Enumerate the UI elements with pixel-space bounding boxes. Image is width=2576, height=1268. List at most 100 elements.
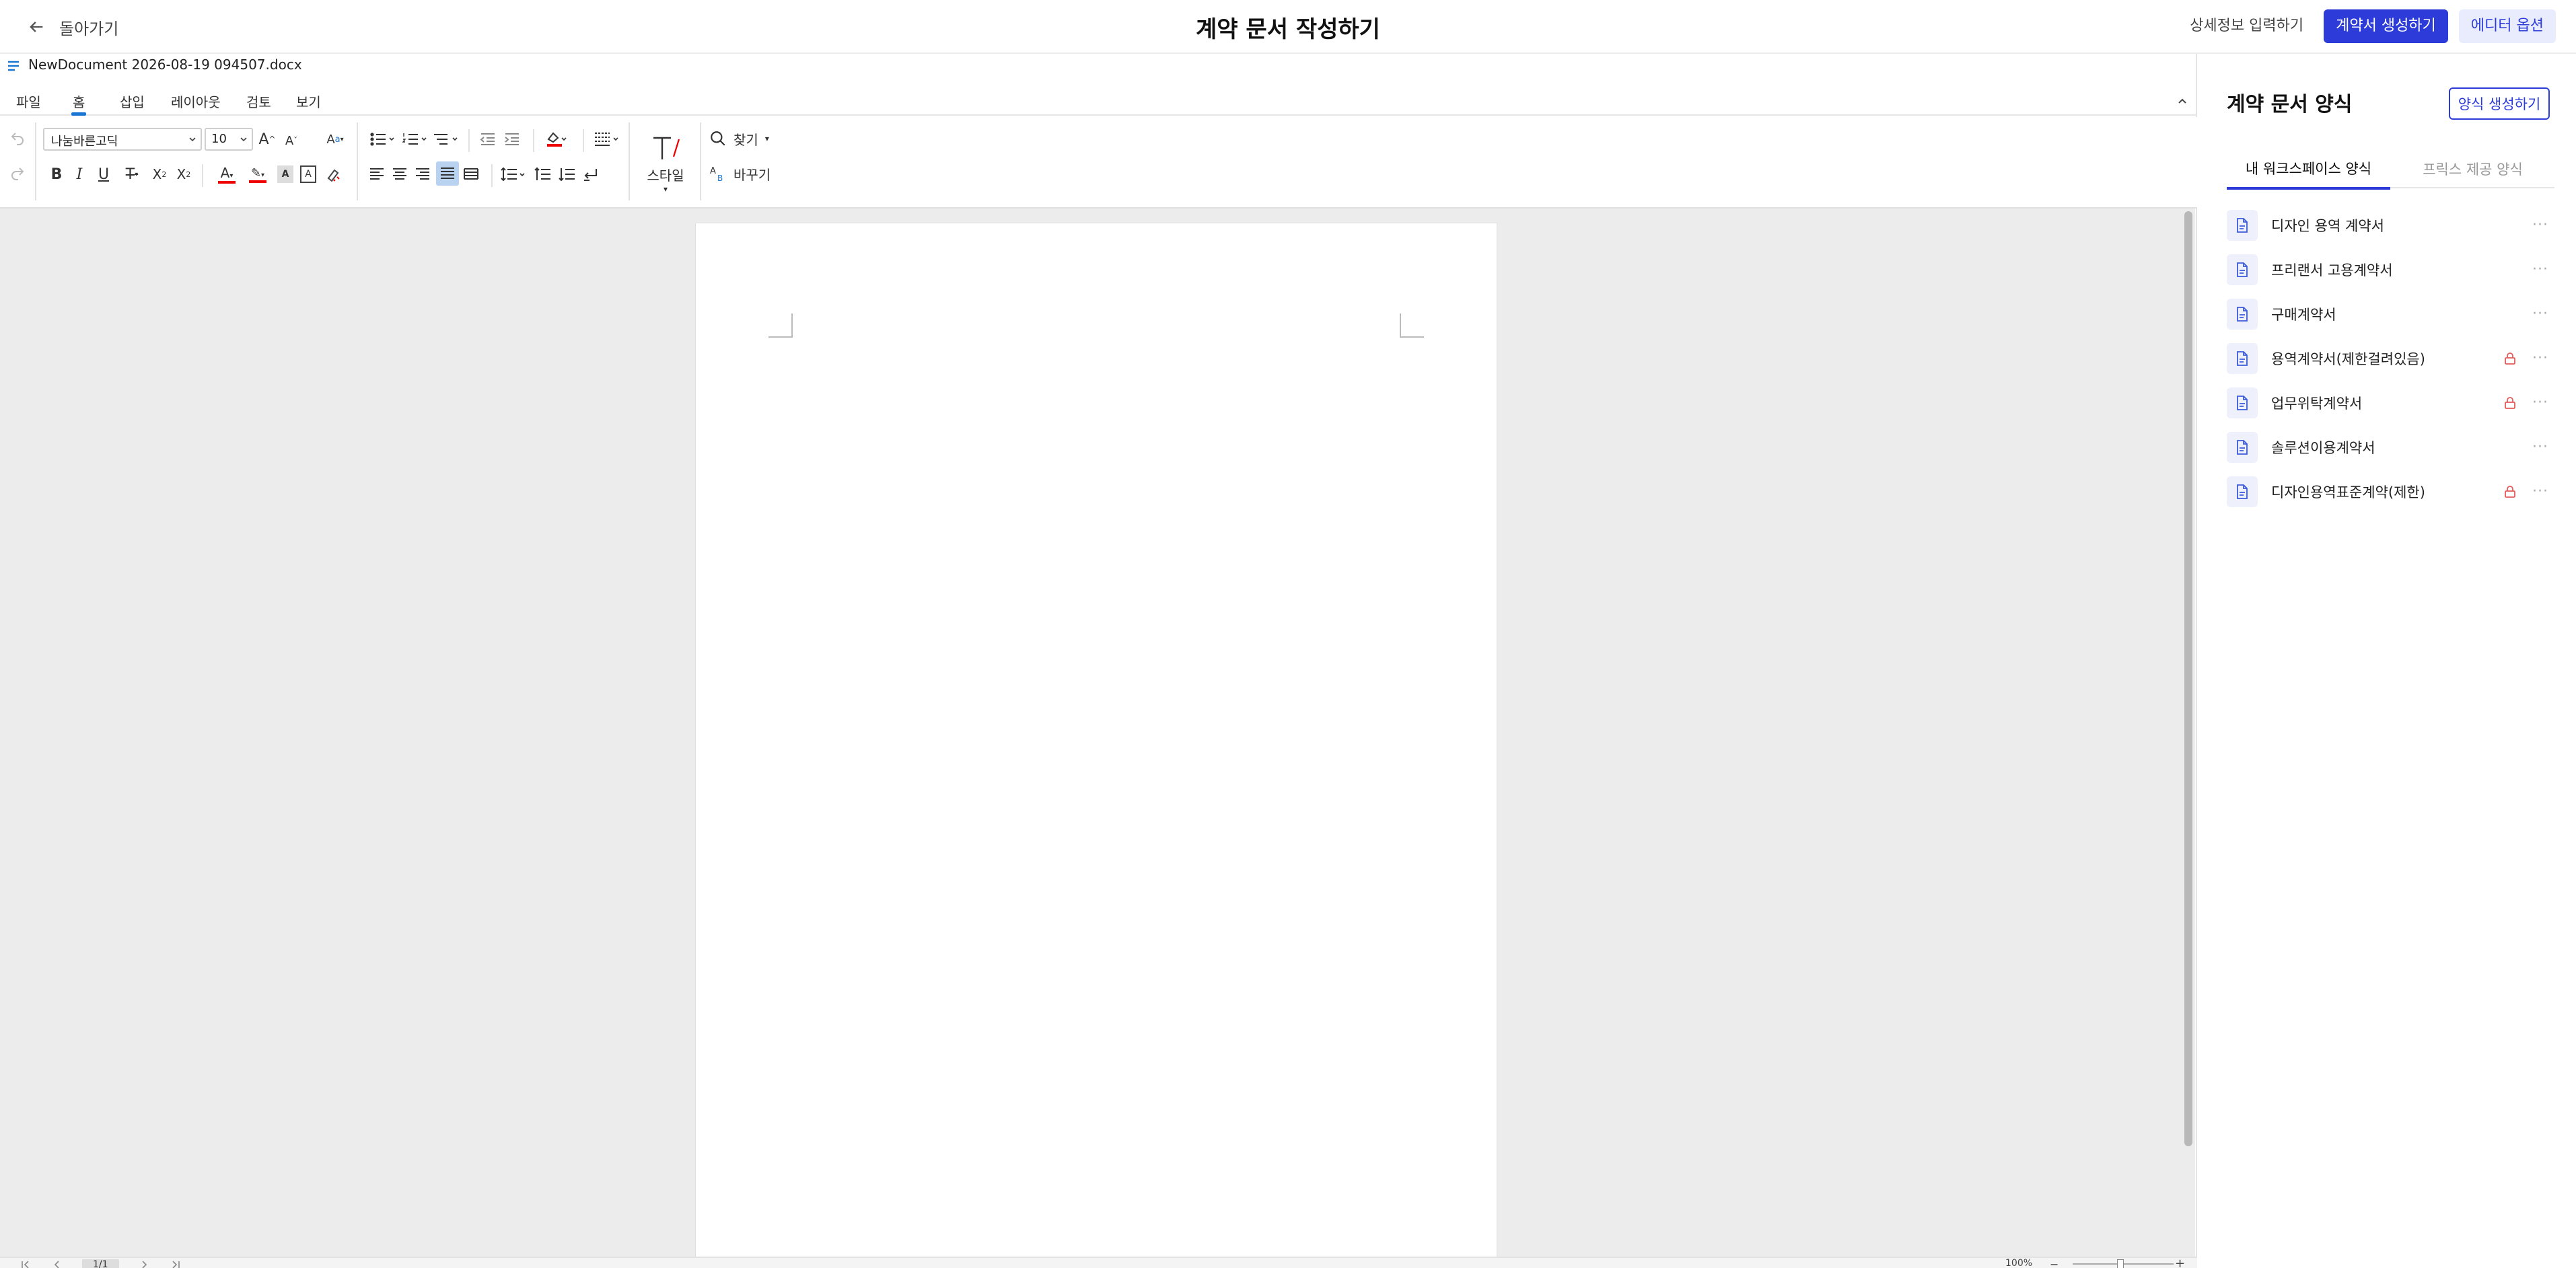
- numbered-list-icon[interactable]: [400, 128, 431, 151]
- bold-icon[interactable]: B: [47, 164, 66, 184]
- italic-icon[interactable]: I: [70, 164, 89, 184]
- template-tabs: 내 워크스페이스 양식 프릭스 제공 양식: [2227, 149, 2554, 190]
- menu-view[interactable]: 보기: [296, 91, 321, 114]
- more-icon[interactable]: ···: [2530, 350, 2550, 367]
- find-label: 찾기: [734, 131, 758, 148]
- increase-indent-icon[interactable]: [501, 128, 524, 151]
- multilevel-list-icon[interactable]: [431, 128, 462, 151]
- borders-icon[interactable]: [591, 126, 623, 151]
- style-button[interactable]: 스타일 ▾: [641, 126, 690, 200]
- list-item[interactable]: 디자인용역표준계약(제한) ···: [2227, 470, 2554, 514]
- strikethrough-icon[interactable]: T ▾: [118, 164, 145, 184]
- list-item[interactable]: 솔루션이용계약서 ···: [2227, 425, 2554, 470]
- more-icon[interactable]: ···: [2530, 261, 2550, 278]
- file-icon: [2227, 432, 2258, 463]
- list-item[interactable]: 디자인 용역 계약서 ···: [2227, 203, 2554, 248]
- last-page-icon[interactable]: [170, 1259, 181, 1268]
- grow-font-icon[interactable]: A ^: [257, 129, 277, 149]
- file-icon: [2227, 210, 2258, 241]
- zoom-slider-handle[interactable]: [2117, 1259, 2124, 1268]
- distribute-icon[interactable]: [462, 163, 480, 186]
- zoom-level[interactable]: 100%: [2005, 1258, 2032, 1268]
- shrink-font-icon[interactable]: Aˇ: [281, 130, 301, 151]
- header-actions: 상세정보 입력하기 계약서 생성하기 에디터 옵션: [2180, 9, 2556, 43]
- highlight-icon[interactable]: ✎▾: [244, 163, 272, 186]
- align-left-icon[interactable]: [367, 163, 386, 186]
- clear-format-icon[interactable]: [323, 164, 343, 184]
- more-icon[interactable]: ···: [2530, 394, 2550, 411]
- redo-icon[interactable]: [8, 164, 27, 183]
- more-icon[interactable]: ···: [2530, 439, 2550, 455]
- align-center-icon[interactable]: [390, 163, 409, 186]
- space-after-icon[interactable]: [556, 163, 577, 186]
- font-family-select[interactable]: 나눔바른고딕: [43, 128, 202, 151]
- font-size-select[interactable]: 10: [205, 128, 253, 151]
- change-case-icon[interactable]: Aa ▾: [320, 129, 350, 149]
- previous-page-icon[interactable]: [51, 1259, 62, 1268]
- document-canvas[interactable]: [0, 209, 2195, 1259]
- file-bar: NewDocument 2026-08-19 094507.docx: [0, 54, 2197, 81]
- paragraph-mark-icon[interactable]: [580, 163, 602, 186]
- superscript-icon[interactable]: X2: [174, 164, 194, 184]
- justify-icon[interactable]: [436, 161, 459, 186]
- style-icon: [653, 137, 680, 159]
- menu-layout[interactable]: 레이아웃: [171, 91, 221, 114]
- character-shading-icon[interactable]: A: [277, 165, 293, 183]
- font-size-value: 10: [211, 132, 227, 146]
- zoom-slider[interactable]: [2073, 1259, 2174, 1268]
- template-name: 업무위탁계약서: [2271, 396, 2363, 412]
- space-before-icon[interactable]: [532, 163, 553, 186]
- file-icon: [2227, 476, 2258, 507]
- zoom-out-button[interactable]: −: [2050, 1258, 2059, 1268]
- margin-corner-mark: [768, 313, 793, 338]
- replace-label: 바꾸기: [734, 166, 771, 183]
- line-spacing-icon[interactable]: [499, 163, 529, 186]
- decrease-indent-icon[interactable]: [476, 128, 499, 151]
- back-button[interactable]: 돌아가기: [27, 13, 118, 40]
- vertical-scrollbar[interactable]: [2184, 211, 2192, 1146]
- character-border-icon[interactable]: A: [300, 165, 316, 183]
- list-item[interactable]: 용역계약서(제한걸려있음) ···: [2227, 336, 2554, 381]
- sidebar-title: 계약 문서 양식: [2227, 93, 2353, 116]
- list-item[interactable]: 구매계약서 ···: [2227, 292, 2554, 336]
- bullet-list-icon[interactable]: [367, 128, 398, 151]
- top-header: 돌아가기 계약 문서 작성하기 상세정보 입력하기 계약서 생성하기 에디터 옵…: [0, 0, 2576, 54]
- zoom-in-button[interactable]: +: [2175, 1258, 2185, 1268]
- chevron-down-icon: [240, 137, 247, 142]
- menu-home[interactable]: 홈: [71, 91, 87, 116]
- detail-input-button[interactable]: 상세정보 입력하기: [2180, 9, 2313, 43]
- subscript-icon[interactable]: X2: [149, 164, 170, 184]
- underline-icon[interactable]: U: [94, 164, 113, 184]
- more-icon[interactable]: ···: [2530, 217, 2550, 233]
- document-filename[interactable]: NewDocument 2026-08-19 094507.docx: [28, 57, 302, 73]
- document-lines-icon: [8, 61, 19, 71]
- create-template-button[interactable]: 양식 생성하기: [2449, 87, 2550, 120]
- chevron-up-icon[interactable]: [2174, 93, 2190, 109]
- font-color-icon[interactable]: A▾: [213, 163, 241, 186]
- more-icon[interactable]: ···: [2530, 483, 2550, 500]
- next-page-icon[interactable]: [139, 1259, 150, 1268]
- generate-contract-button[interactable]: 계약서 생성하기: [2324, 9, 2448, 43]
- replace-button[interactable]: AB 바꾸기: [709, 161, 783, 186]
- document-page[interactable]: [696, 223, 1497, 1259]
- tab-my-workspace[interactable]: 내 워크스페이스 양식: [2227, 149, 2390, 190]
- page-number[interactable]: 1/1: [82, 1259, 119, 1268]
- paragraph-shading-icon[interactable]: [541, 126, 573, 151]
- svg-text:B: B: [717, 174, 723, 182]
- menu-insert[interactable]: 삽입: [120, 91, 145, 114]
- more-icon[interactable]: ···: [2530, 305, 2550, 322]
- menu-review[interactable]: 검토: [246, 91, 271, 114]
- editor-options-button[interactable]: 에디터 옵션: [2458, 9, 2556, 43]
- first-page-icon[interactable]: [20, 1259, 31, 1268]
- page-navigation: 1/1: [20, 1259, 181, 1268]
- ribbon-menu: 파일 홈 삽입 레이아웃 검토 보기: [0, 89, 2197, 116]
- back-label: 돌아가기: [59, 19, 119, 38]
- list-item[interactable]: 프리랜서 고용계약서 ···: [2227, 248, 2554, 292]
- undo-icon[interactable]: [8, 129, 27, 148]
- align-right-icon[interactable]: [413, 163, 432, 186]
- menu-file[interactable]: 파일: [16, 91, 41, 114]
- list-item[interactable]: 업무위탁계약서 ···: [2227, 381, 2554, 425]
- tab-provided-templates[interactable]: 프릭스 제공 양식: [2391, 149, 2554, 188]
- template-name: 용역계약서(제한걸려있음): [2271, 351, 2425, 367]
- find-button[interactable]: 찾기 ▾: [709, 126, 783, 151]
